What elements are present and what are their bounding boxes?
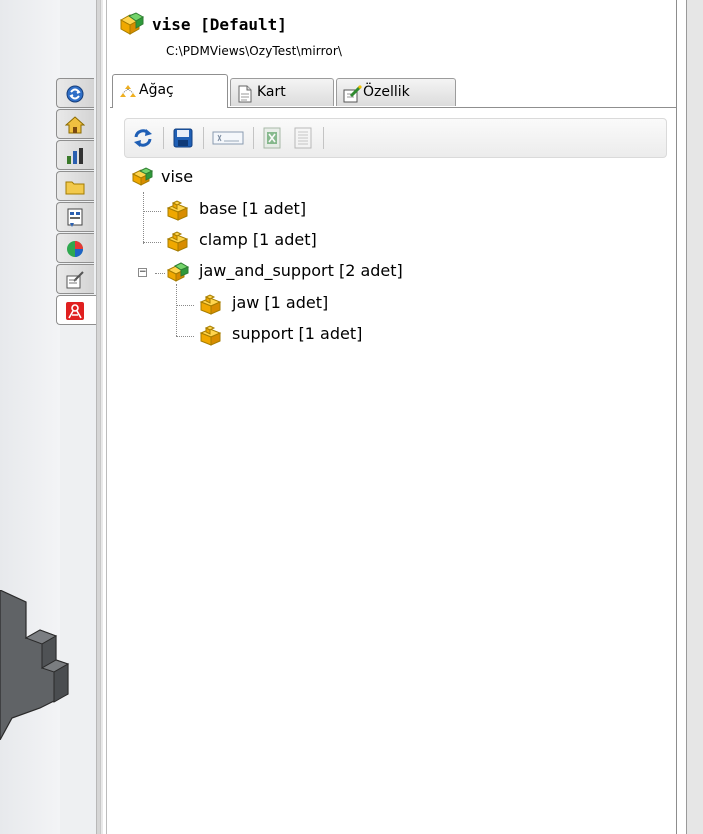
assembly-icon <box>166 262 190 282</box>
tree-node-label: vise <box>161 167 194 186</box>
tree-connector <box>155 273 165 274</box>
part-icon <box>166 231 189 252</box>
tab-card[interactable]: Kart <box>230 78 334 106</box>
part-icon <box>166 200 189 221</box>
toolbar-separator <box>253 127 254 149</box>
tree-node-label: clamp [1 adet] <box>199 230 317 249</box>
tree-node-label: jaw [1 adet] <box>232 293 329 312</box>
toolbar-separator <box>323 127 324 149</box>
home-icon <box>65 116 85 134</box>
document-title: vise [Default] <box>152 15 287 34</box>
scrollbar-track[interactable] <box>686 0 703 834</box>
side-tab-folder[interactable] <box>56 171 94 201</box>
part-icon <box>199 294 222 315</box>
appearance-icon <box>67 241 83 257</box>
tree-connector <box>176 284 177 336</box>
panel-edge <box>100 0 103 834</box>
tree-connector <box>143 192 144 244</box>
tree-connector <box>143 211 161 212</box>
panel-edge-inner <box>106 0 107 834</box>
tree-connector <box>176 336 194 337</box>
report-icon <box>67 208 83 227</box>
tab-card-label: Kart <box>257 84 286 100</box>
tab-properties[interactable]: Özellik <box>336 78 456 106</box>
tab-tree-label: Ağaç <box>139 82 174 98</box>
list-icon[interactable] <box>291 126 315 150</box>
side-tab-home[interactable] <box>56 109 94 139</box>
side-tab-property-manager[interactable] <box>56 264 94 294</box>
part-icon <box>199 325 222 346</box>
folder-icon <box>65 181 85 195</box>
properties-icon <box>343 85 362 103</box>
tree-collapse-toggle[interactable]: − <box>138 268 147 277</box>
tree-connector <box>176 305 194 306</box>
toolbar-separator <box>163 127 164 149</box>
side-tab-ozy-pdm[interactable] <box>56 295 96 325</box>
tree-connector <box>143 242 161 243</box>
tree-node-label: support [1 adet] <box>232 324 363 343</box>
vise-model-graphic <box>0 590 70 740</box>
toolbar <box>124 118 667 158</box>
assembly-icon <box>131 167 154 186</box>
toolbar-separator <box>203 127 204 149</box>
document-path: C:\PDMViews\OzyTest\mirror\ <box>166 44 343 58</box>
tree-icon <box>120 85 136 97</box>
card-icon <box>238 85 252 103</box>
tree-node-label: jaw_and_support [2 adet] <box>199 261 403 280</box>
property-manager-icon <box>66 271 84 289</box>
side-tab-report[interactable] <box>56 202 94 232</box>
tree-node-label: base [1 adet] <box>199 199 307 218</box>
side-tab-pdm[interactable] <box>56 78 94 108</box>
assembly-icon <box>119 12 145 35</box>
side-tab-appearance[interactable] <box>56 233 94 263</box>
tab-tree[interactable]: Ağaç <box>112 74 228 108</box>
ozy-pdm-icon <box>66 302 84 320</box>
save-icon[interactable] <box>171 126 195 150</box>
side-tab-chart[interactable] <box>56 140 94 170</box>
tab-properties-label: Özellik <box>363 84 410 100</box>
content-right-edge <box>676 0 677 834</box>
excel-export-icon[interactable] <box>261 126 285 150</box>
refresh-icon[interactable] <box>131 126 155 150</box>
textbox-icon[interactable] <box>211 126 245 150</box>
chart-icon <box>67 148 83 164</box>
pdm-logo-icon <box>66 85 84 103</box>
